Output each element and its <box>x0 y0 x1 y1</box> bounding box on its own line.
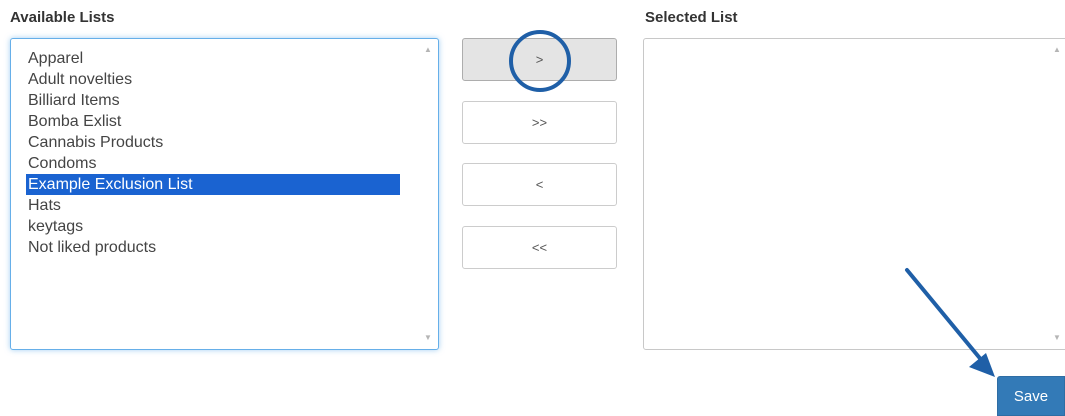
selected-list-listbox[interactable]: ▲ ▼ <box>643 38 1065 350</box>
list-item-bomba-exlist[interactable]: Bomba Exlist <box>26 111 400 132</box>
selected-list-scrollbar[interactable]: ▲ ▼ <box>1049 41 1065 347</box>
list-item-billiard-items[interactable]: Billiard Items <box>26 90 400 111</box>
list-item-condoms[interactable]: Condoms <box>26 153 400 174</box>
move-all-left-button[interactable]: << <box>462 226 617 269</box>
save-button[interactable]: Save <box>997 376 1065 416</box>
list-item-apparel[interactable]: Apparel <box>26 48 400 69</box>
available-lists-scrollbar[interactable]: ▲ ▼ <box>420 41 436 347</box>
list-item-keytags[interactable]: keytags <box>26 216 400 237</box>
list-item-not-liked-products[interactable]: Not liked products <box>26 237 400 258</box>
available-lists-heading: Available Lists <box>10 9 115 26</box>
scroll-up-icon[interactable]: ▲ <box>1049 43 1065 57</box>
scroll-down-icon[interactable]: ▼ <box>420 331 436 345</box>
list-item-cannabis-products[interactable]: Cannabis Products <box>26 132 400 153</box>
scroll-down-icon[interactable]: ▼ <box>1049 331 1065 345</box>
move-selected-left-button[interactable]: < <box>462 163 617 206</box>
available-lists-listbox[interactable]: Apparel Adult novelties Billiard Items B… <box>10 38 439 350</box>
list-item-adult-novelties[interactable]: Adult novelties <box>26 69 400 90</box>
selected-list-heading: Selected List <box>645 9 738 26</box>
arrow-head-icon <box>969 353 995 377</box>
move-all-right-button[interactable]: >> <box>462 101 617 144</box>
scroll-up-icon[interactable]: ▲ <box>420 43 436 57</box>
list-item-hats[interactable]: Hats <box>26 195 400 216</box>
list-item-example-exclusion-list[interactable]: Example Exclusion List <box>26 174 400 195</box>
move-selected-right-button[interactable]: > <box>462 38 617 81</box>
available-lists-options: Apparel Adult novelties Billiard Items B… <box>26 48 400 258</box>
